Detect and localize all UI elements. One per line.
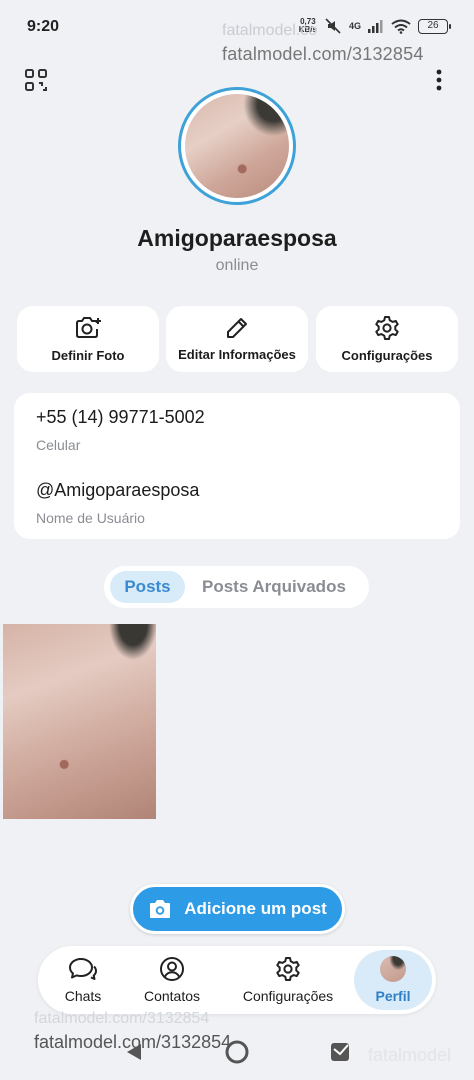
tab-posts[interactable]: Posts	[110, 571, 185, 603]
username-label: Nome de Usuário	[36, 510, 145, 526]
pencil-icon	[227, 318, 247, 338]
home-icon[interactable]	[225, 1040, 249, 1064]
nav-profile[interactable]: Perfil	[354, 946, 432, 1014]
edit-info-label: Editar Informações	[178, 347, 296, 362]
bottom-nav: Chats Contatos Configurações Perfil	[38, 946, 436, 1014]
phone-label: Celular	[36, 437, 81, 453]
post-thumbnail[interactable]	[3, 624, 156, 819]
profile-avatar[interactable]	[178, 87, 296, 205]
watermark: fatalmodel.com/3132854	[222, 44, 424, 64]
profile-name: Amigoparaesposa	[137, 225, 337, 251]
recents-icon[interactable]	[330, 1042, 350, 1062]
posts-tabs: Posts Posts Arquivados	[104, 566, 369, 608]
edit-info-button[interactable]: Editar Informações	[166, 306, 308, 372]
qr-code-icon[interactable]	[22, 66, 50, 94]
nav-settings-label: Configurações	[242, 988, 334, 1004]
nav-settings[interactable]: Configurações	[236, 946, 340, 1014]
more-vertical-icon[interactable]	[428, 66, 450, 94]
chat-bubbles-icon	[69, 958, 97, 980]
back-icon[interactable]	[124, 1042, 144, 1062]
set-photo-button[interactable]: Definir Foto	[17, 306, 159, 372]
camera-add-icon	[76, 317, 101, 338]
avatar	[380, 956, 406, 982]
signal-icon	[368, 20, 383, 33]
mute-icon	[325, 18, 341, 34]
nav-profile-label: Perfil	[375, 988, 411, 1004]
nav-chats[interactable]: Chats	[52, 946, 114, 1014]
phone-number[interactable]: +55 (14) 99771-5002	[36, 407, 205, 428]
tab-archived-posts[interactable]: Posts Arquivados	[202, 571, 346, 603]
watermark-faded-bottom: fatalmodel.com/3132854	[34, 1010, 210, 1027]
wifi-icon	[391, 19, 411, 34]
settings-label: Configurações	[341, 348, 433, 363]
profile-status: online	[215, 257, 259, 274]
nav-contacts-label: Contatos	[143, 988, 201, 1004]
network-type: 4G	[348, 21, 361, 31]
user-circle-icon	[160, 957, 184, 981]
gear-icon	[276, 957, 300, 981]
gear-icon	[375, 316, 399, 340]
camera-icon	[150, 899, 171, 918]
set-photo-label: Definir Foto	[51, 348, 125, 363]
add-post-label: Adicione um post	[184, 899, 327, 918]
battery-indicator: 26	[418, 18, 451, 34]
status-time: 9:20	[27, 18, 60, 35]
username[interactable]: @Amigoparaesposa	[36, 480, 199, 501]
nav-contacts[interactable]: Contatos	[136, 946, 208, 1014]
system-nav-bar	[0, 1038, 474, 1068]
info-card: +55 (14) 99771-5002 Celular @Amigoparaes…	[14, 393, 460, 539]
watermark-faded: fatalmodel.co	[222, 22, 318, 39]
nav-chats-label: Chats	[64, 988, 102, 1004]
settings-button[interactable]: Configurações	[316, 306, 458, 372]
avatar-image	[185, 94, 289, 198]
status-icons: 0,73 KB/s 4G 26	[299, 18, 451, 34]
add-post-button[interactable]: Adicione um post	[130, 884, 345, 934]
